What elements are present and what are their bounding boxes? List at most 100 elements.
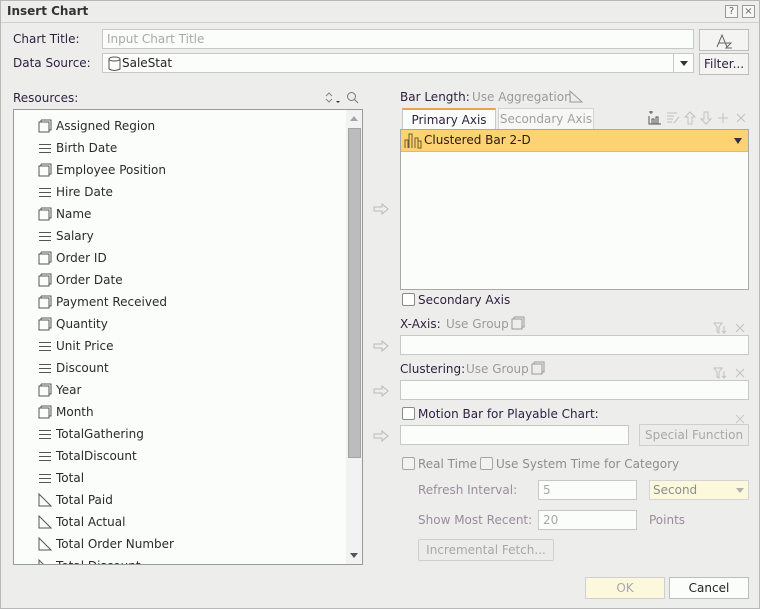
clustering-label: Clustering: (400, 362, 466, 376)
resources-list[interactable]: Total Discount Total Order Number Total Ac… (13, 109, 363, 565)
group-icon (38, 273, 52, 287)
format-title-button[interactable] (699, 29, 749, 51)
bar-length-hint: Use Aggregation (472, 90, 572, 104)
resource-item[interactable]: Total Order Number (38, 533, 174, 555)
secondary-axis-checkbox[interactable] (402, 293, 415, 307)
resource-item[interactable]: Order Date (38, 269, 123, 291)
chevron-down-icon[interactable] (736, 488, 744, 493)
clear-x-axis-icon[interactable] (735, 323, 745, 333)
aggregation-icon (38, 537, 52, 551)
resource-item-label: Assigned Region (56, 119, 156, 133)
filter-sort-icon[interactable] (713, 367, 727, 379)
scroll-down-icon[interactable] (350, 553, 358, 558)
motion-bar-checkbox[interactable] (402, 407, 415, 421)
delete-icon[interactable] (735, 112, 747, 124)
chevron-down-icon[interactable] (734, 138, 742, 144)
series-list[interactable]: Clustered Bar 2-D (400, 129, 749, 290)
resource-item[interactable]: Employee Position (38, 159, 166, 181)
detail-field-icon (39, 342, 51, 351)
resource-item[interactable]: Quantity (38, 313, 108, 335)
resource-item-label: TotalGathering (56, 427, 144, 441)
filter-button[interactable]: Filter... (699, 53, 749, 75)
add-to-clustering-arrow-icon[interactable] (373, 385, 389, 397)
resource-item-label: Quantity (56, 317, 108, 331)
resource-item[interactable]: Total (38, 467, 84, 489)
aggregation-icon (38, 493, 52, 507)
resource-item-label: Payment Received (56, 295, 167, 309)
add-to-bar-length-arrow-icon[interactable] (373, 203, 389, 215)
move-up-icon[interactable] (684, 111, 696, 125)
real-time-label: Real Time (418, 457, 478, 471)
add-chart-icon[interactable] (648, 111, 662, 125)
data-source-select[interactable]: SaleStat (102, 53, 694, 73)
resource-item-label: Total Paid (56, 493, 113, 507)
x-axis-input[interactable] (400, 335, 749, 355)
use-system-time-checkbox[interactable] (480, 457, 493, 471)
x-axis-hint: Use Group (446, 317, 509, 331)
search-icon[interactable] (346, 91, 359, 104)
dialog-titlebar: Insert Chart ? × (1, 1, 759, 23)
scroll-thumb[interactable] (348, 128, 361, 458)
tab-secondary-axis[interactable]: Secondary Axis (498, 108, 594, 130)
clustering-hint: Use Group (466, 362, 529, 376)
clustering-input[interactable] (400, 380, 749, 400)
motion-bar-input[interactable] (400, 425, 629, 445)
resource-item[interactable]: Order ID (38, 247, 107, 269)
resource-item[interactable]: Name (38, 203, 91, 225)
clear-clustering-icon[interactable] (735, 368, 745, 378)
incremental-fetch-button[interactable]: Incremental Fetch... (418, 539, 554, 561)
resource-item[interactable]: Assigned Region (38, 115, 155, 137)
resource-item[interactable]: Total Discount (38, 555, 141, 564)
chart-title-placeholder: Input Chart Title (107, 32, 205, 46)
resource-item[interactable]: TotalDiscount (38, 445, 137, 467)
resource-item[interactable]: Payment Received (38, 291, 167, 313)
clear-motion-bar-icon[interactable] (735, 414, 745, 424)
show-most-recent-input[interactable]: 20 (538, 510, 637, 530)
real-time-checkbox[interactable] (402, 457, 415, 471)
resource-item[interactable]: Salary (38, 225, 94, 247)
add-icon[interactable] (717, 112, 729, 124)
edit-list-icon[interactable] (666, 112, 680, 124)
add-to-motion-bar-arrow-icon[interactable] (373, 430, 389, 442)
detail-field-icon (39, 452, 51, 461)
add-to-x-axis-arrow-icon[interactable] (373, 340, 389, 352)
tab-primary-axis[interactable]: Primary Axis (402, 108, 496, 130)
group-icon (38, 163, 52, 177)
special-function-button[interactable]: Special Function (639, 424, 749, 446)
chart-title-input[interactable]: Input Chart Title (102, 29, 694, 49)
resource-item[interactable]: Year (38, 379, 81, 401)
resource-item[interactable]: Month (38, 401, 94, 423)
ok-button[interactable]: OK (585, 577, 665, 599)
insert-chart-dialog: Insert Chart ? × Chart Title: Input Char… (0, 0, 760, 609)
filter-sort-icon[interactable] (713, 322, 727, 334)
resource-item-label: Name (56, 207, 92, 221)
resource-item[interactable]: Birth Date (38, 137, 117, 159)
data-source-value: SaleStat (122, 56, 173, 70)
move-down-icon[interactable] (700, 111, 712, 125)
scroll-up-icon[interactable] (350, 116, 358, 121)
resource-item[interactable]: Hire Date (38, 181, 113, 203)
refresh-unit-select[interactable]: Second (649, 480, 749, 500)
resource-item[interactable]: TotalGathering (38, 423, 144, 445)
resource-item-label: Salary (56, 229, 94, 243)
use-system-time-label: Use System Time for Category (496, 457, 680, 471)
series-row-selected[interactable]: Clustered Bar 2-D (401, 130, 748, 152)
secondary-axis-label: Secondary Axis (418, 293, 511, 307)
help-icon[interactable]: ? (725, 5, 738, 18)
resource-item[interactable]: Discount (38, 357, 109, 379)
chevron-down-icon[interactable] (680, 61, 688, 66)
cancel-button[interactable]: Cancel (669, 577, 749, 599)
resource-item[interactable]: Total Actual (38, 511, 125, 533)
resource-item-label: Order ID (56, 251, 107, 265)
refresh-interval-input[interactable]: 5 (538, 480, 637, 500)
sort-icon[interactable] (324, 91, 342, 105)
resource-item[interactable]: Unit Price (38, 335, 114, 357)
database-icon (108, 56, 121, 71)
close-icon[interactable]: × (742, 5, 755, 18)
data-source-label: Data Source: (13, 56, 91, 70)
group-icon (511, 316, 525, 330)
aggregation-icon (38, 559, 44, 564)
resources-scrollbar[interactable] (346, 110, 362, 564)
resource-item[interactable]: Total Paid (38, 489, 113, 511)
show-most-recent-label: Show Most Recent: (418, 513, 533, 527)
